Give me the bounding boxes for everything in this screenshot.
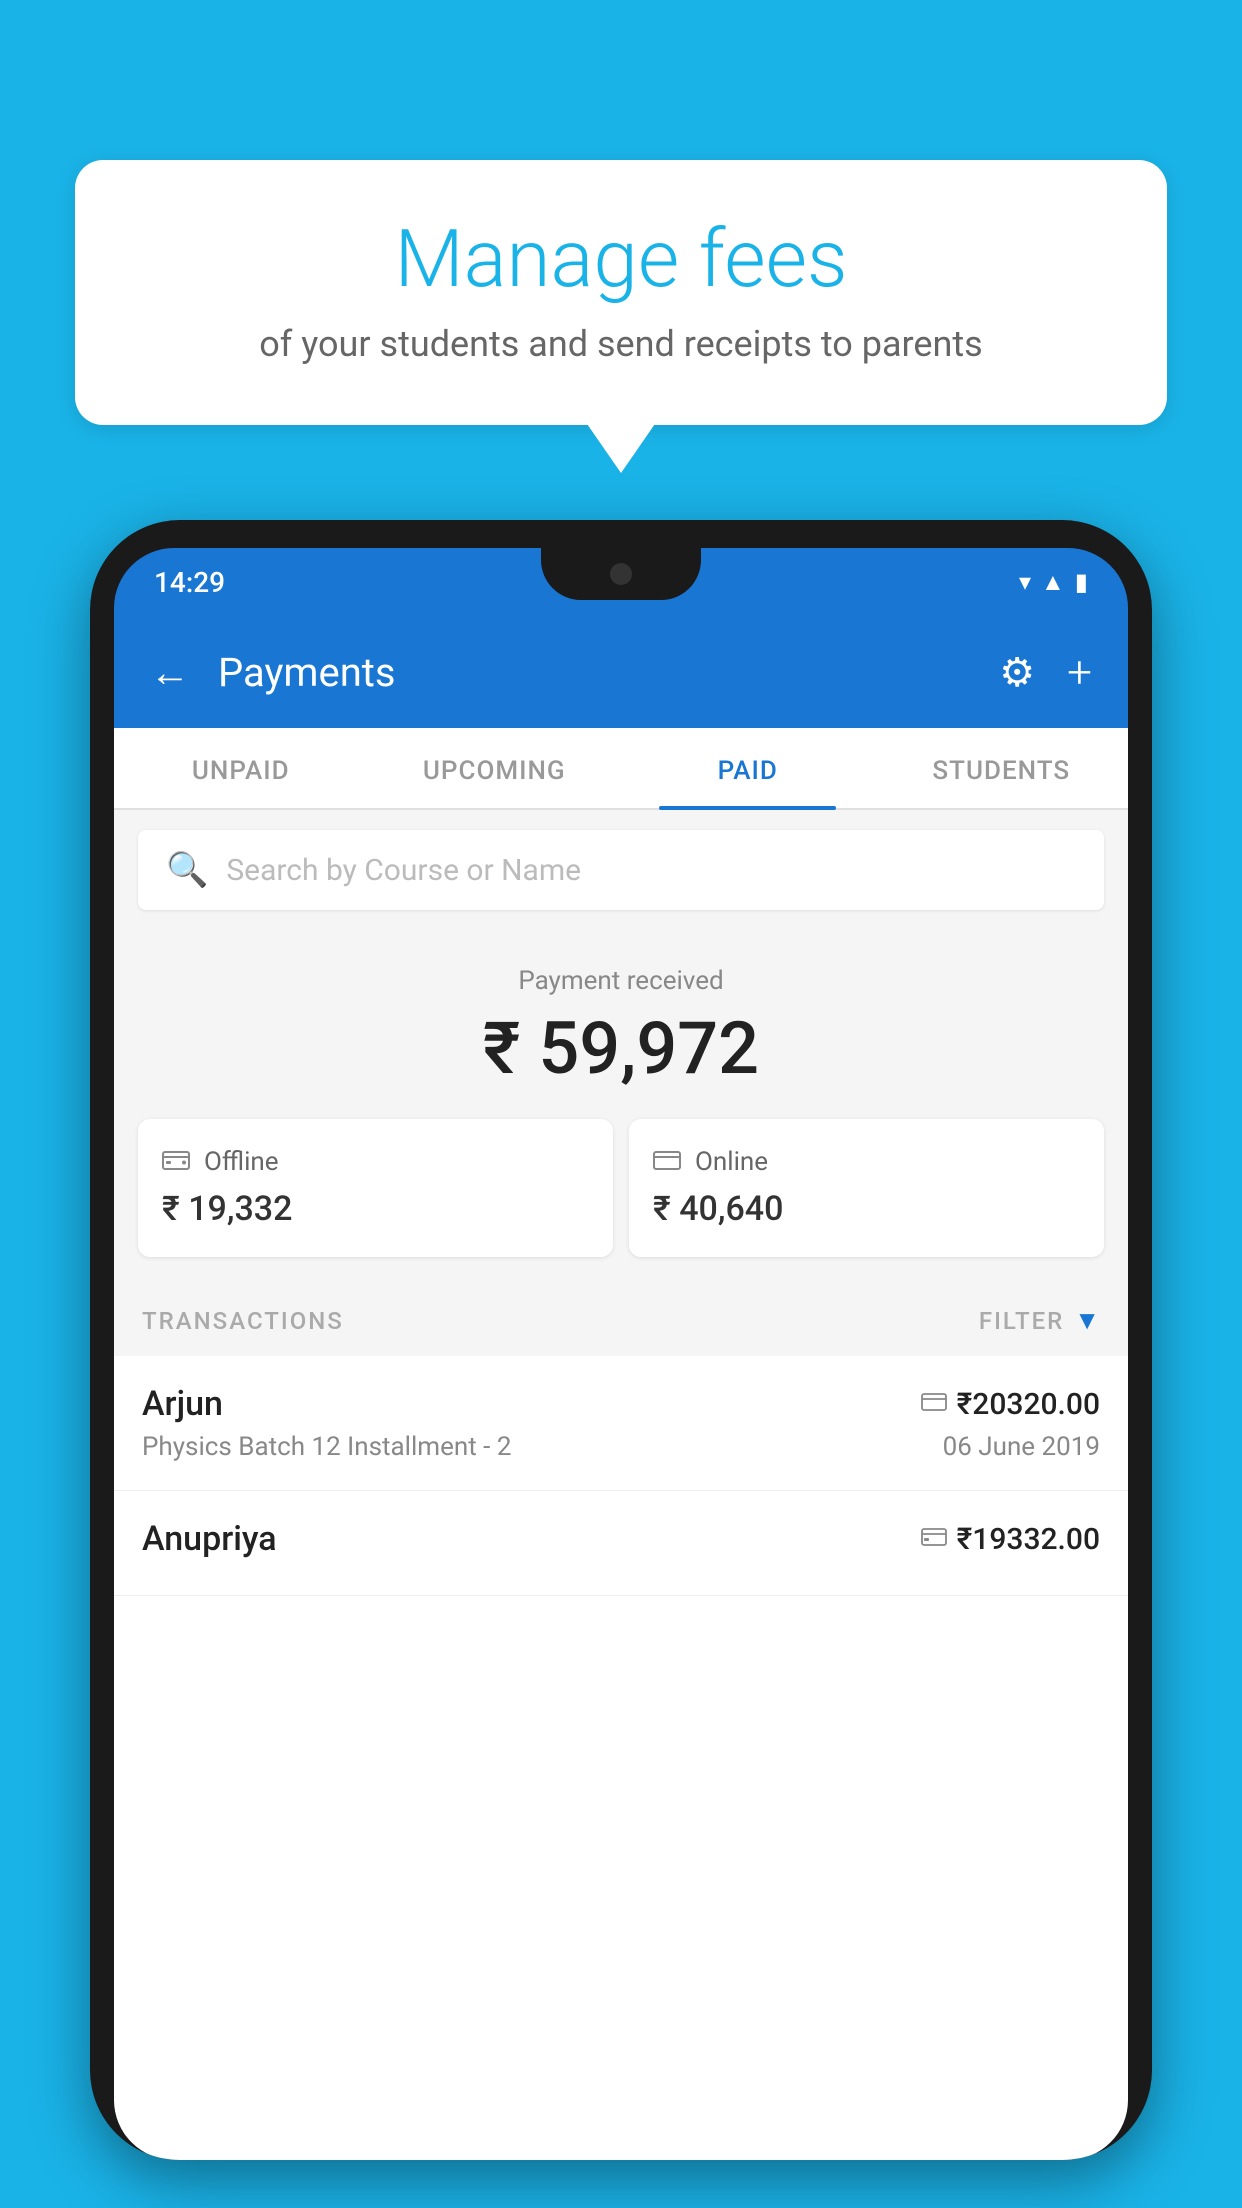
- phone-container: 14:29 ▾ ▲ ▮ ← Payments ⚙ +: [90, 520, 1152, 2208]
- tab-upcoming[interactable]: UPCOMING: [368, 728, 622, 808]
- transaction-amount-2: ₹19332.00: [957, 1522, 1100, 1557]
- offline-card: Offline ₹ 19,332: [138, 1119, 613, 1257]
- signal-icon: ▲: [1041, 568, 1065, 597]
- transaction-row[interactable]: Arjun ₹20320.00 Physics: [114, 1356, 1128, 1491]
- offline-icon: [162, 1147, 190, 1177]
- search-placeholder: Search by Course or Name: [226, 853, 581, 888]
- payment-type-icon: [921, 1389, 947, 1419]
- payment-cards: Offline ₹ 19,332 Online: [114, 1119, 1128, 1285]
- filter-icon: ▼: [1074, 1305, 1100, 1336]
- payment-type-icon-2: [921, 1524, 947, 1554]
- search-icon: 🔍: [166, 850, 208, 890]
- bubble-title: Manage fees: [135, 215, 1107, 303]
- transaction-bottom: Physics Batch 12 Installment - 2 06 June…: [142, 1432, 1100, 1462]
- card-header-offline: Offline: [162, 1147, 589, 1177]
- offline-label: Offline: [204, 1147, 279, 1177]
- payment-received-section: Payment received ₹ 59,972: [114, 930, 1128, 1119]
- status-notch: [541, 548, 701, 600]
- card-header-online: Online: [653, 1147, 1080, 1177]
- transaction-date: 06 June 2019: [943, 1432, 1100, 1462]
- status-bar: 14:29 ▾ ▲ ▮: [114, 548, 1128, 616]
- speech-bubble-container: Manage fees of your students and send re…: [75, 160, 1167, 425]
- tabs-bar: UNPAID UPCOMING PAID STUDENTS: [114, 728, 1128, 810]
- back-button[interactable]: ←: [150, 649, 190, 696]
- transaction-top-2: Anupriya ₹19332.00: [142, 1519, 1100, 1559]
- transactions-label: TRANSACTIONS: [142, 1307, 344, 1335]
- transaction-top: Arjun ₹20320.00: [142, 1384, 1100, 1424]
- online-label: Online: [695, 1147, 768, 1177]
- transaction-amount-wrap: ₹20320.00: [921, 1387, 1100, 1422]
- transactions-header: TRANSACTIONS FILTER ▼: [114, 1285, 1128, 1356]
- app-content: ← Payments ⚙ + UNPAID UPCOMING PAID: [114, 616, 1128, 2160]
- status-icons: ▾ ▲ ▮: [1019, 568, 1088, 597]
- status-time: 14:29: [154, 566, 225, 599]
- app-bar-actions: ⚙ +: [999, 646, 1092, 698]
- bubble-subtitle: of your students and send receipts to pa…: [135, 323, 1107, 365]
- battery-icon: ▮: [1075, 568, 1088, 596]
- add-button[interactable]: +: [1067, 646, 1092, 698]
- online-card: Online ₹ 40,640: [629, 1119, 1104, 1257]
- transaction-name-2: Anupriya: [142, 1519, 277, 1559]
- speech-bubble: Manage fees of your students and send re…: [75, 160, 1167, 425]
- main-content: 🔍 Search by Course or Name Payment recei…: [114, 810, 1128, 1596]
- settings-icon[interactable]: ⚙: [999, 649, 1035, 696]
- camera-dot: [610, 563, 632, 585]
- transaction-row-2[interactable]: Anupriya ₹19332.00: [114, 1491, 1128, 1596]
- filter-label: FILTER: [979, 1307, 1064, 1335]
- online-amount: ₹ 40,640: [653, 1189, 1080, 1229]
- wifi-icon: ▾: [1019, 568, 1031, 596]
- transaction-amount: ₹20320.00: [957, 1387, 1100, 1422]
- transaction-amount-wrap-2: ₹19332.00: [921, 1522, 1100, 1557]
- payment-received-label: Payment received: [138, 966, 1104, 996]
- online-icon: [653, 1147, 681, 1177]
- tab-unpaid[interactable]: UNPAID: [114, 728, 368, 808]
- app-title: Payments: [218, 649, 971, 696]
- transaction-course: Physics Batch 12 Installment - 2: [142, 1432, 511, 1462]
- transaction-name: Arjun: [142, 1384, 223, 1424]
- tab-paid[interactable]: PAID: [621, 728, 875, 808]
- offline-amount: ₹ 19,332: [162, 1189, 589, 1229]
- search-bar[interactable]: 🔍 Search by Course or Name: [138, 830, 1104, 910]
- phone-frame: 14:29 ▾ ▲ ▮ ← Payments ⚙ +: [90, 520, 1152, 2160]
- payment-amount: ₹ 59,972: [138, 1006, 1104, 1091]
- filter-section[interactable]: FILTER ▼: [979, 1305, 1100, 1336]
- app-bar: ← Payments ⚙ +: [114, 616, 1128, 728]
- tab-students[interactable]: STUDENTS: [875, 728, 1129, 808]
